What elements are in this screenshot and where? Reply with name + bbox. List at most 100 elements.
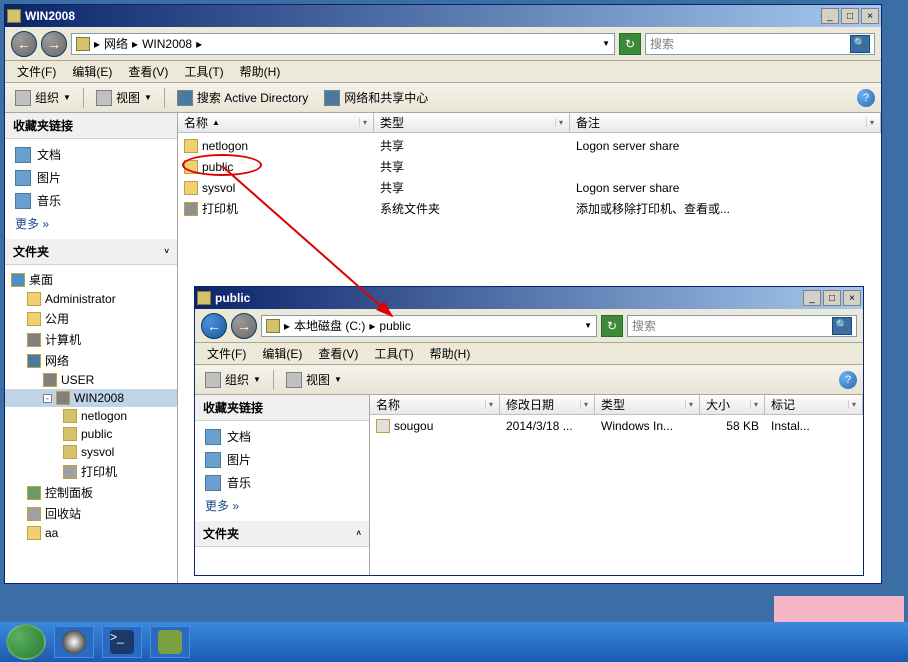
minimize-button[interactable]: _ — [821, 8, 839, 24]
favorites-header: 收藏夹链接 — [195, 395, 369, 421]
tree-administrator[interactable]: Administrator — [5, 290, 177, 308]
menu-bar: 文件(F) 编辑(E) 查看(V) 工具(T) 帮助(H) — [195, 343, 863, 365]
tree-recycle-bin[interactable]: 回收站 — [5, 503, 177, 524]
tree-aa[interactable]: aa — [5, 524, 177, 542]
fav-music[interactable]: 音乐 — [5, 189, 177, 212]
file-row-netlogon[interactable]: netlogon 共享 Logon server share — [178, 135, 881, 156]
public-user-icon — [27, 312, 41, 326]
pictures-icon — [15, 170, 31, 186]
search-button[interactable]: 🔍 — [832, 317, 852, 335]
network-center-button[interactable]: 网络和共享中心 — [320, 87, 432, 108]
menu-view[interactable]: 查看(V) — [312, 343, 364, 364]
fav-music[interactable]: 音乐 — [195, 471, 369, 494]
taskbar-item-vmware[interactable] — [150, 626, 190, 658]
col-name[interactable]: 名称▾ — [370, 395, 500, 414]
views-button[interactable]: 视图▼ — [282, 369, 346, 390]
fav-pictures[interactable]: 图片 — [5, 166, 177, 189]
collapse-icon[interactable]: ˅ — [164, 247, 169, 256]
refresh-button[interactable]: ↻ — [619, 33, 641, 55]
maximize-button[interactable]: □ — [823, 290, 841, 306]
tree-user-node[interactable]: USER — [5, 371, 177, 389]
address-bar[interactable]: ▸ 本地磁盘 (C:) ▸ public ▼ — [261, 315, 597, 337]
titlebar-main[interactable]: WIN2008 _ □ × — [5, 5, 881, 27]
address-dropdown[interactable]: ▼ — [584, 321, 592, 330]
search-box[interactable]: 搜索 🔍 — [645, 33, 875, 55]
file-row-sysvol[interactable]: sysvol 共享 Logon server share — [178, 177, 881, 198]
menu-bar: 文件(F) 编辑(E) 查看(V) 工具(T) 帮助(H) — [5, 61, 881, 83]
folders-header[interactable]: 文件夹˄ — [195, 521, 369, 547]
back-button[interactable]: ← — [11, 31, 37, 57]
views-button[interactable]: 视图▼ — [92, 87, 156, 108]
expand-icon[interactable]: ˄ — [356, 529, 361, 538]
address-bar[interactable]: ▸ 网络 ▸ WIN2008 ▸ ▼ — [71, 33, 615, 55]
window-title: WIN2008 — [25, 9, 821, 23]
search-placeholder: 搜索 — [650, 35, 850, 52]
tree-desktop[interactable]: 桌面 — [5, 269, 177, 290]
organize-button[interactable]: 组织▼ — [201, 369, 265, 390]
fav-documents[interactable]: 文档 — [5, 143, 177, 166]
refresh-button[interactable]: ↻ — [601, 315, 623, 337]
organize-button[interactable]: 组织▼ — [11, 87, 75, 108]
folders-header[interactable]: 文件夹˅ — [5, 239, 177, 265]
col-size[interactable]: 大小▾ — [700, 395, 765, 414]
breadcrumb-folder[interactable]: public — [379, 319, 410, 333]
expand-icon[interactable]: - — [43, 394, 52, 403]
file-row-printers[interactable]: 打印机 系统文件夹 添加或移除打印机、查看或... — [178, 198, 881, 219]
breadcrumb-network[interactable]: 网络 — [104, 35, 128, 52]
menu-help[interactable]: 帮助(H) — [424, 343, 477, 364]
share-folder-icon — [184, 139, 198, 153]
forward-button[interactable]: → — [41, 31, 67, 57]
menu-tools[interactable]: 工具(T) — [178, 61, 229, 82]
network-center-icon — [324, 90, 340, 106]
menu-file[interactable]: 文件(F) — [201, 343, 252, 364]
taskbar-item-powershell[interactable]: >_ — [102, 626, 142, 658]
tree-public[interactable]: public — [5, 425, 177, 443]
taskbar-item-qq[interactable] — [54, 626, 94, 658]
forward-button[interactable]: → — [231, 313, 257, 339]
search-button[interactable]: 🔍 — [850, 35, 870, 53]
close-button[interactable]: × — [843, 290, 861, 306]
menu-view[interactable]: 查看(V) — [122, 61, 174, 82]
tree-computer[interactable]: 计算机 — [5, 329, 177, 350]
col-name[interactable]: 名称▲▾ — [178, 113, 374, 132]
col-type[interactable]: 类型▾ — [595, 395, 700, 414]
titlebar-public[interactable]: public _ □ × — [195, 287, 863, 309]
help-icon[interactable]: ? — [857, 89, 875, 107]
music-icon — [205, 475, 221, 491]
search-box[interactable]: 搜索 🔍 — [627, 315, 857, 337]
menu-edit[interactable]: 编辑(E) — [256, 343, 308, 364]
maximize-button[interactable]: □ — [841, 8, 859, 24]
start-button[interactable] — [6, 624, 46, 660]
minimize-button[interactable]: _ — [803, 290, 821, 306]
fav-documents[interactable]: 文档 — [195, 425, 369, 448]
tree-sysvol[interactable]: sysvol — [5, 443, 177, 461]
tree-win2008[interactable]: -WIN2008 — [5, 389, 177, 407]
back-button[interactable]: ← — [201, 313, 227, 339]
tree-printers[interactable]: 打印机 — [5, 461, 177, 482]
col-type[interactable]: 类型▾ — [374, 113, 570, 132]
col-date[interactable]: 修改日期▾ — [500, 395, 595, 414]
views-icon — [286, 372, 302, 388]
breadcrumb-host[interactable]: WIN2008 — [142, 37, 192, 51]
tree-control-panel[interactable]: 控制面板 — [5, 482, 177, 503]
col-tags[interactable]: 标记▾ — [765, 395, 863, 414]
fav-pictures[interactable]: 图片 — [195, 448, 369, 471]
fav-more[interactable]: 更多 » — [5, 212, 177, 235]
help-icon[interactable]: ? — [839, 371, 857, 389]
tree-network[interactable]: 网络 — [5, 350, 177, 371]
menu-file[interactable]: 文件(F) — [11, 61, 62, 82]
file-row-public[interactable]: public 共享 — [178, 156, 881, 177]
search-ad-button[interactable]: 搜索 Active Directory — [173, 87, 312, 108]
fav-more[interactable]: 更多 » — [195, 494, 369, 517]
breadcrumb-disk[interactable]: 本地磁盘 (C:) — [294, 317, 365, 334]
menu-help[interactable]: 帮助(H) — [234, 61, 287, 82]
folder-icon — [27, 526, 41, 540]
tree-public-user[interactable]: 公用 — [5, 308, 177, 329]
close-button[interactable]: × — [861, 8, 879, 24]
file-row-sougou[interactable]: sougou 2014/3/18 ... Windows In... 58 KB… — [370, 417, 863, 435]
tree-netlogon[interactable]: netlogon — [5, 407, 177, 425]
menu-edit[interactable]: 编辑(E) — [66, 61, 118, 82]
address-dropdown[interactable]: ▼ — [602, 39, 610, 48]
menu-tools[interactable]: 工具(T) — [368, 343, 419, 364]
col-remark[interactable]: 备注▾ — [570, 113, 881, 132]
